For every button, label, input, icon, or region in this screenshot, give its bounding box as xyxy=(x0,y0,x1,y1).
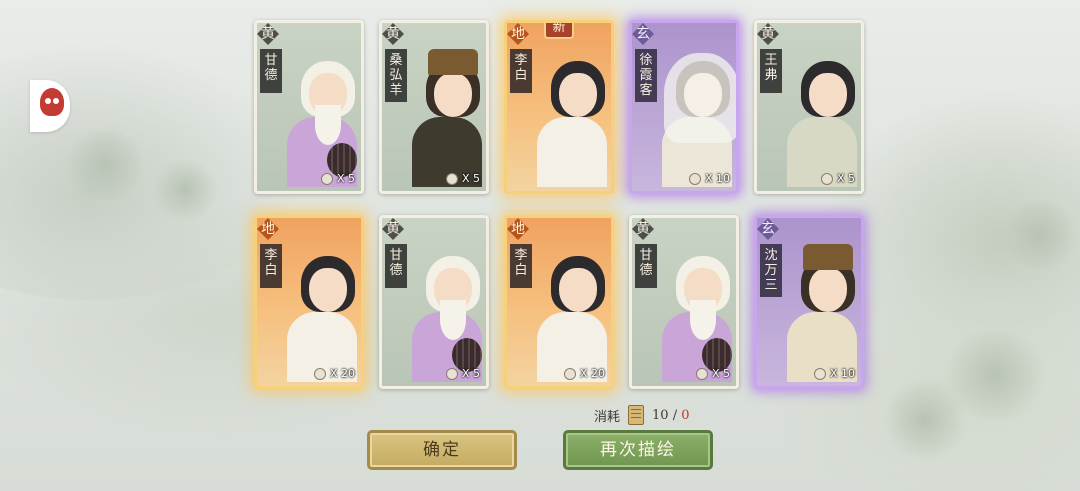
character-portrait xyxy=(783,242,857,382)
shard-token-icon xyxy=(445,367,458,380)
shard-count-text: X 5 xyxy=(461,172,480,185)
shard-token-icon xyxy=(688,172,701,185)
shard-token-icon xyxy=(820,172,833,185)
shard-count-text: X 20 xyxy=(579,367,605,380)
scroll-icon xyxy=(628,405,645,425)
shard-count-text: X 5 xyxy=(461,367,480,380)
shard-count: X 20 xyxy=(563,367,605,380)
character-card[interactable]: 地李白X 20 xyxy=(254,215,364,389)
shard-count-text: X 5 xyxy=(336,172,355,185)
shard-count: X 5 xyxy=(320,172,355,185)
character-name: 李白 xyxy=(510,49,532,93)
character-card[interactable]: 黄桑弘羊X 5 xyxy=(379,20,489,194)
cost-remaining: 0 xyxy=(681,407,690,423)
shard-token-icon xyxy=(445,172,458,185)
character-card[interactable]: 玄徐霞客X 10 xyxy=(629,20,739,194)
shard-count-text: X 10 xyxy=(829,367,855,380)
character-name: 李白 xyxy=(510,244,532,288)
shard-count: X 5 xyxy=(695,367,730,380)
character-portrait xyxy=(283,47,357,187)
character-card[interactable]: 地李白X 20 xyxy=(504,215,614,389)
character-name: 王弗 xyxy=(760,49,782,93)
character-card[interactable]: 黄甘德X 5 xyxy=(254,20,364,194)
shard-count: X 5 xyxy=(820,172,855,185)
shard-count-text: X 20 xyxy=(329,367,355,380)
character-portrait xyxy=(533,242,607,382)
character-name: 甘德 xyxy=(635,244,657,288)
character-card[interactable]: 黄甘德X 5 xyxy=(379,215,489,389)
shard-token-icon xyxy=(695,367,708,380)
character-name: 甘德 xyxy=(385,244,407,288)
character-portrait xyxy=(658,242,732,382)
character-portrait xyxy=(283,242,357,382)
character-name: 沈万三 xyxy=(760,244,782,297)
shard-token-icon xyxy=(313,367,326,380)
new-tag: 新 xyxy=(544,23,574,39)
shard-token-icon xyxy=(813,367,826,380)
character-card[interactable]: 黄甘德X 5 xyxy=(629,215,739,389)
cost-label: 消耗 xyxy=(594,409,621,425)
character-portrait xyxy=(408,47,482,187)
character-portrait xyxy=(783,47,857,187)
shard-count-text: X 10 xyxy=(704,172,730,185)
cost-separator: / xyxy=(672,407,678,423)
shard-count: X 20 xyxy=(313,367,355,380)
character-portrait xyxy=(533,47,607,187)
shard-count-text: X 5 xyxy=(711,367,730,380)
shard-count: X 5 xyxy=(445,367,480,380)
character-portrait xyxy=(408,242,482,382)
character-card[interactable]: 玄沈万三X 10 xyxy=(754,215,864,389)
redraw-button[interactable]: 再次描绘 xyxy=(563,430,713,470)
character-name: 李白 xyxy=(260,244,282,288)
shard-token-icon xyxy=(563,367,576,380)
mascot-icon xyxy=(40,88,64,116)
confirm-button[interactable]: 确定 xyxy=(367,430,517,470)
cost-have: 10 xyxy=(652,407,669,423)
shard-count: X 10 xyxy=(688,172,730,185)
shard-count: X 5 xyxy=(445,172,480,185)
shard-count-text: X 5 xyxy=(836,172,855,185)
character-name: 甘德 xyxy=(260,49,282,93)
character-card[interactable]: 黄王弗X 5 xyxy=(754,20,864,194)
shard-count: X 10 xyxy=(813,367,855,380)
cost-display: 消耗 10 / 0 xyxy=(594,405,690,425)
character-portrait xyxy=(658,47,736,187)
shard-token-icon xyxy=(320,172,333,185)
character-card[interactable]: 地李白新 xyxy=(504,20,614,194)
character-name: 桑弘羊 xyxy=(385,49,407,102)
character-name: 徐霞客 xyxy=(635,49,657,102)
